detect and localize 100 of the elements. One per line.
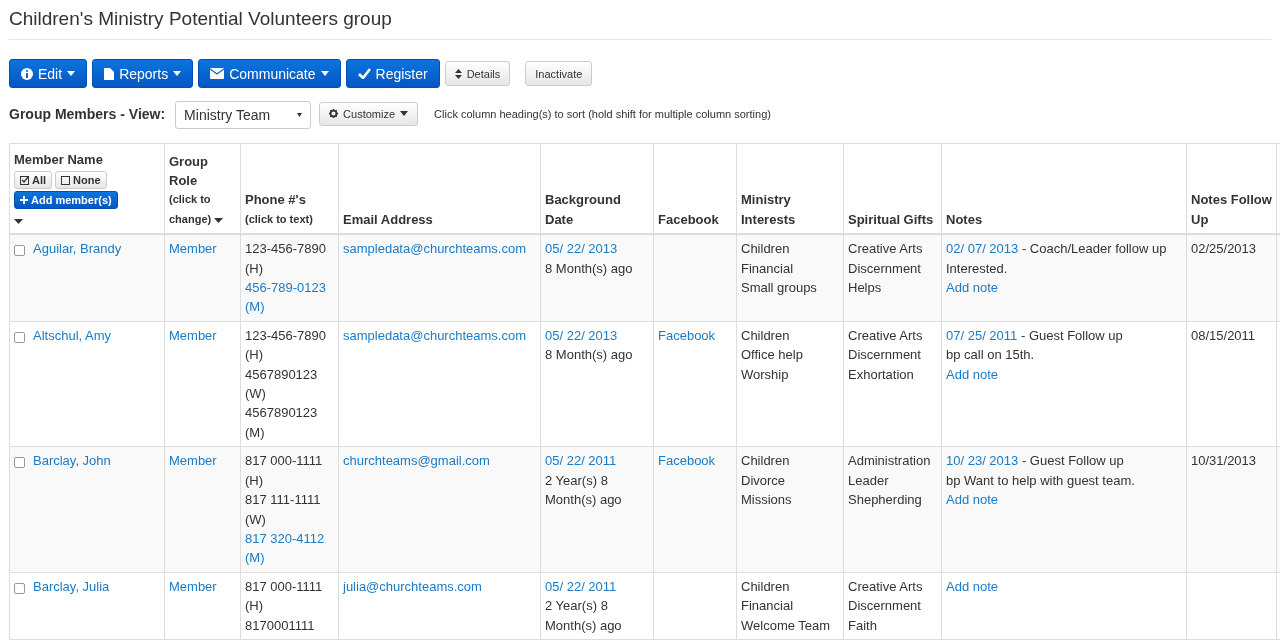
note-text: bp call on 15th. bbox=[946, 346, 1036, 365]
document-icon bbox=[104, 67, 115, 80]
column-subtitle: (click to change) bbox=[169, 193, 212, 225]
ministry-interest: Financial bbox=[741, 597, 795, 616]
ministry-interest: Financial bbox=[741, 259, 795, 278]
ministry-interest: Children bbox=[741, 326, 791, 345]
note-type: - Guest Follow up bbox=[1020, 453, 1124, 469]
row-checkbox[interactable] bbox=[14, 245, 25, 257]
background-age: 2 Year(s) 8 Month(s) ago bbox=[545, 471, 623, 510]
phone-link[interactable]: 456-789-0123 (M) bbox=[245, 278, 334, 317]
background-date-link[interactable]: 05/ 22/ 2013 bbox=[545, 239, 649, 259]
column-header[interactable]: Phone #'s bbox=[245, 190, 334, 210]
customize-button[interactable]: Customize bbox=[319, 101, 419, 126]
caret-icon bbox=[297, 113, 303, 117]
background-date-link[interactable]: 05/ 22/ 2013 bbox=[545, 325, 649, 346]
toolbar-button[interactable]: Edit bbox=[9, 59, 88, 88]
ministry-interest: Small groups bbox=[741, 279, 818, 298]
add-note-link[interactable]: Add note bbox=[946, 278, 1182, 298]
toolbar-button[interactable]: Register bbox=[345, 59, 440, 88]
note-text: Interested. bbox=[946, 259, 1009, 278]
note-date-link[interactable]: 02/ 07/ 2013 bbox=[946, 241, 1019, 257]
spiritual-gift: Creative Arts bbox=[848, 577, 924, 596]
follow-up-date: 08/15/2011 bbox=[1191, 326, 1257, 345]
ministry-interest: Office help bbox=[741, 346, 804, 365]
check-icon bbox=[357, 68, 371, 79]
toolbar-button[interactable]: Communicate bbox=[198, 59, 341, 88]
view-select[interactable]: Ministry Team bbox=[175, 101, 312, 129]
group-role-link[interactable]: Member bbox=[169, 239, 236, 259]
member-name-link[interactable]: Altschul, Amy bbox=[33, 325, 112, 346]
column-header[interactable]: Group Role bbox=[169, 151, 236, 191]
note-date-link[interactable]: 07/ 25/ 2011 bbox=[946, 327, 1018, 343]
follow-up-date: 02/25/2013 bbox=[1191, 240, 1258, 259]
page-title: Children's Ministry Potential Volunteers group bbox=[9, 0, 1271, 40]
phone-number: 4567890123 (W) bbox=[245, 365, 319, 404]
add-note-link[interactable]: Add note bbox=[946, 364, 1182, 385]
member-name-link[interactable]: Barclay, Julia bbox=[33, 576, 110, 597]
background-date-link[interactable]: 05/ 22/ 2011 bbox=[545, 451, 649, 471]
group-role-link[interactable]: Member bbox=[169, 451, 236, 471]
plus-icon bbox=[20, 196, 28, 205]
row-checkbox[interactable] bbox=[14, 331, 25, 343]
email-link[interactable]: sampledata@churchteams.com bbox=[343, 241, 526, 257]
phone-number: 8170001111 bbox=[245, 616, 316, 635]
envelope-icon bbox=[210, 68, 225, 79]
spiritual-gift: Creative Arts bbox=[848, 326, 924, 345]
column-subtitle: (click to text) bbox=[245, 212, 313, 225]
spiritual-gift: Faith bbox=[848, 616, 878, 635]
spiritual-gift: Discernment bbox=[848, 346, 922, 365]
ministry-interest: Children bbox=[741, 577, 791, 596]
ministry-interest: Children bbox=[741, 452, 791, 471]
sort-icon bbox=[454, 68, 462, 79]
row-checkbox[interactable] bbox=[14, 457, 25, 469]
column-header[interactable]: Member Name bbox=[14, 150, 160, 170]
email-link[interactable]: sampledata@churchteams.com bbox=[343, 327, 526, 343]
note-type: - Guest Follow up bbox=[1019, 327, 1123, 343]
facebook-link[interactable]: Facebook bbox=[658, 451, 732, 471]
note-text: bp Want to help with guest team. bbox=[946, 471, 1136, 490]
spiritual-gift: Discernment bbox=[848, 597, 922, 616]
info-icon bbox=[21, 67, 33, 80]
spiritual-gift: Creative Arts bbox=[848, 240, 924, 259]
spiritual-gift: Exhortation bbox=[848, 365, 915, 384]
checkbox-icon bbox=[61, 175, 71, 185]
spiritual-gift: Shepherding bbox=[848, 491, 923, 510]
spiritual-gift: Leader bbox=[848, 471, 890, 490]
email-link[interactable]: julia@churchteams.com bbox=[343, 578, 482, 594]
select-all-button[interactable]: All bbox=[14, 171, 53, 190]
caret-icon bbox=[400, 111, 409, 116]
sort-caret-icon[interactable] bbox=[14, 218, 23, 224]
ministry-interest: Divorce bbox=[741, 471, 787, 490]
group-role-link[interactable]: Member bbox=[169, 325, 236, 346]
sort-hint: Click column heading(s) to sort (hold shift for multiple column sorting) bbox=[434, 107, 771, 120]
checkbox-checked-icon bbox=[20, 175, 29, 185]
phone-number: 123-456-7890 (H) bbox=[245, 326, 327, 365]
member-name-link[interactable]: Aguilar, Brandy bbox=[33, 239, 122, 259]
phone-link[interactable]: 817 320-4112 (M) bbox=[245, 528, 334, 568]
add-note-link[interactable]: Add note bbox=[946, 490, 1182, 510]
background-date-link[interactable]: 05/ 22/ 2011 bbox=[545, 576, 649, 597]
toolbar-button[interactable]: Inactivate bbox=[525, 61, 593, 86]
view-label: Group Members - View: bbox=[9, 105, 166, 122]
toolbar-button[interactable]: Details bbox=[444, 61, 511, 86]
background-age: 8 Month(s) ago bbox=[545, 346, 634, 365]
phone-number: 817 111-1111 (W) bbox=[245, 491, 322, 529]
spiritual-gift: Administration bbox=[848, 452, 932, 471]
email-link[interactable]: churchteams@gmail.com bbox=[343, 453, 490, 469]
phone-number: 4567890123 (M) bbox=[245, 404, 319, 442]
note-date-link[interactable]: 10/ 23/ 2013 bbox=[946, 453, 1019, 469]
member-name-link[interactable]: Barclay, John bbox=[33, 451, 111, 471]
row-checkbox[interactable] bbox=[14, 582, 25, 594]
ministry-interest: Missions bbox=[741, 491, 793, 510]
sort-caret-icon[interactable] bbox=[214, 217, 224, 223]
spiritual-gift: Helps bbox=[848, 279, 883, 298]
toolbar-button[interactable]: Reports bbox=[92, 59, 194, 88]
background-age: 8 Month(s) ago bbox=[545, 259, 634, 278]
phone-number: 123-456-7890 (H) bbox=[245, 240, 327, 278]
phone-number: 817 000-1111 (H) bbox=[245, 577, 324, 616]
phone-number: 817 000-1111 (H) bbox=[245, 452, 324, 490]
spiritual-gift: Discernment bbox=[848, 259, 922, 278]
facebook-link[interactable]: Facebook bbox=[658, 325, 732, 346]
gear-icon bbox=[329, 109, 339, 118]
select-none-button[interactable]: None bbox=[55, 171, 107, 190]
add-members-button[interactable]: Add member(s) bbox=[14, 191, 118, 210]
